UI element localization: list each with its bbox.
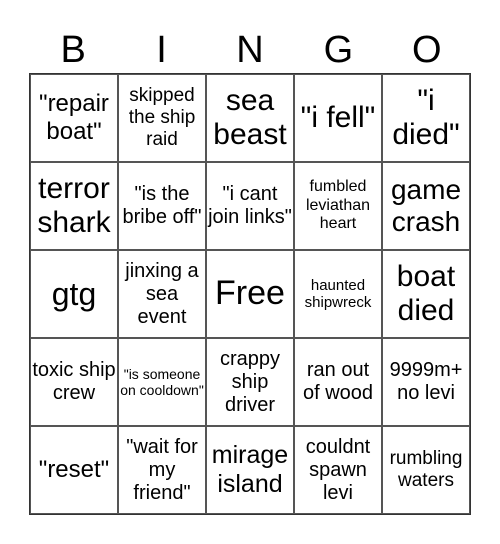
bingo-cell[interactable]: "i fell" (294, 74, 382, 162)
bingo-cell[interactable]: mirage island (206, 426, 294, 514)
header-letter-g: G (323, 29, 354, 71)
bingo-cell[interactable]: gtg (30, 250, 118, 338)
bingo-cell[interactable]: fumbled leviathan heart (294, 162, 382, 250)
bingo-cell[interactable]: couldnt spawn levi (294, 426, 382, 514)
bingo-cell[interactable]: boat died (382, 250, 470, 338)
bingo-cell[interactable]: ran out of wood (294, 338, 382, 426)
bingo-cell[interactable]: "is the bribe off" (118, 162, 206, 250)
bingo-header: B I N G O (29, 28, 471, 72)
bingo-cell[interactable]: "repair boat" (30, 74, 118, 162)
bingo-cell[interactable]: toxic ship crew (30, 338, 118, 426)
bingo-cell[interactable]: 9999m+ no levi (382, 338, 470, 426)
bingo-cell[interactable]: haunted shipwreck (294, 250, 382, 338)
bingo-cell[interactable]: game crash (382, 162, 470, 250)
bingo-cell[interactable]: jinxing a sea event (118, 250, 206, 338)
bingo-cell[interactable]: sea beast (206, 74, 294, 162)
bingo-cell[interactable]: "i cant join links" (206, 162, 294, 250)
bingo-cell[interactable]: skipped the ship raid (118, 74, 206, 162)
bingo-cell[interactable]: "reset" (30, 426, 118, 514)
bingo-cell[interactable]: terror shark (30, 162, 118, 250)
header-letter-b: B (60, 29, 86, 71)
header-letter-i: I (156, 29, 167, 71)
bingo-cell[interactable]: rumbling waters (382, 426, 470, 514)
bingo-cell[interactable]: crappy ship driver (206, 338, 294, 426)
bingo-cell[interactable]: "i died" (382, 74, 470, 162)
bingo-cell[interactable]: "wait for my friend" (118, 426, 206, 514)
bingo-cell[interactable]: "is someone on cooldown" (118, 338, 206, 426)
header-letter-o: O (411, 29, 442, 71)
free-space-cell[interactable]: Free (206, 250, 294, 338)
bingo-card: "repair boat" skipped the ship raid sea be… (29, 73, 471, 515)
header-letter-n: N (236, 29, 264, 71)
